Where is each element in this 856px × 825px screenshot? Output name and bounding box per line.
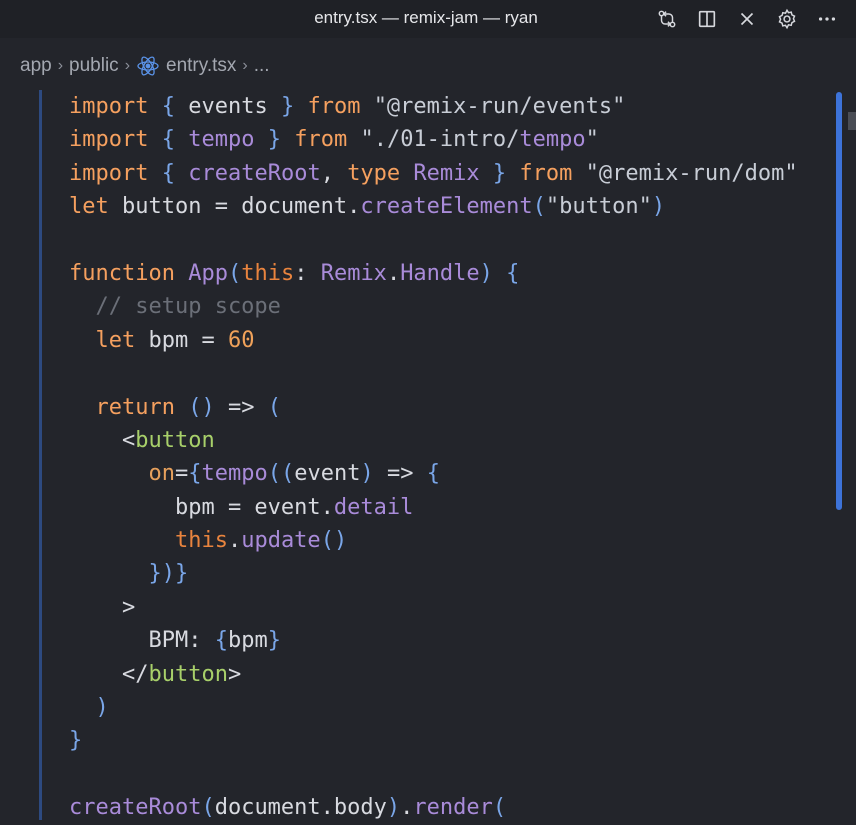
code-line[interactable]: <button <box>69 424 798 457</box>
code-line[interactable]: } <box>69 724 798 757</box>
code-line[interactable]: import { createRoot, type Remix } from "… <box>69 157 798 190</box>
code-line[interactable]: let button = document.createElement("but… <box>69 190 798 223</box>
split-editor-icon[interactable] <box>692 5 722 33</box>
code-line[interactable]: return () => ( <box>69 391 798 424</box>
code-line[interactable]: BPM: {bpm} <box>69 624 798 657</box>
chevron-right-icon: › <box>242 57 248 74</box>
code-line[interactable]: on={tempo((event) => { <box>69 457 798 490</box>
code-editor[interactable]: import { events } from "@remix-run/event… <box>0 90 856 820</box>
breadcrumb-item-public[interactable]: public <box>69 55 119 77</box>
code-line[interactable]: function App(this: Remix.Handle) { <box>69 257 798 290</box>
code-line[interactable] <box>69 758 798 791</box>
gear-icon[interactable] <box>772 5 802 33</box>
breadcrumb-item-symbols[interactable]: ... <box>254 55 270 77</box>
indent-guide <box>39 90 42 820</box>
chevron-right-icon: › <box>57 57 64 74</box>
more-icon[interactable] <box>812 5 842 33</box>
breadcrumb-item-file[interactable]: entry.tsx <box>136 55 236 77</box>
code-line[interactable] <box>69 224 798 257</box>
breadcrumb-file-label: entry.tsx <box>166 55 237 76</box>
minimap-marker <box>848 112 856 130</box>
title-bar: entry.tsx — remix-jam — ryan <box>0 0 856 38</box>
code-line[interactable]: // setup scope <box>69 290 798 323</box>
code-line[interactable]: </button> <box>69 658 798 691</box>
code-line[interactable]: this.update() <box>69 524 798 557</box>
breadcrumb-item-app[interactable]: app <box>20 55 52 77</box>
source-control-icon[interactable] <box>652 5 682 33</box>
code-line[interactable]: import { events } from "@remix-run/event… <box>69 90 798 123</box>
code-line[interactable]: let bpm = 60 <box>69 324 798 357</box>
breadcrumb: app › public › entry.tsx › ... <box>20 52 270 80</box>
vertical-scrollbar[interactable] <box>836 92 842 510</box>
code-line[interactable]: > <box>69 591 798 624</box>
code-area[interactable]: import { events } from "@remix-run/event… <box>69 90 798 825</box>
title-bar-actions <box>652 5 842 33</box>
code-line[interactable]: import { tempo } from "./01-intro/tempo" <box>69 123 798 156</box>
chevron-right-icon: › <box>124 57 131 74</box>
react-icon <box>137 56 159 76</box>
code-line[interactable] <box>69 357 798 390</box>
code-line[interactable]: bpm = event.detail <box>69 491 798 524</box>
code-line[interactable]: })} <box>69 557 798 590</box>
code-line[interactable]: ) <box>69 691 798 724</box>
close-icon[interactable] <box>732 5 762 33</box>
